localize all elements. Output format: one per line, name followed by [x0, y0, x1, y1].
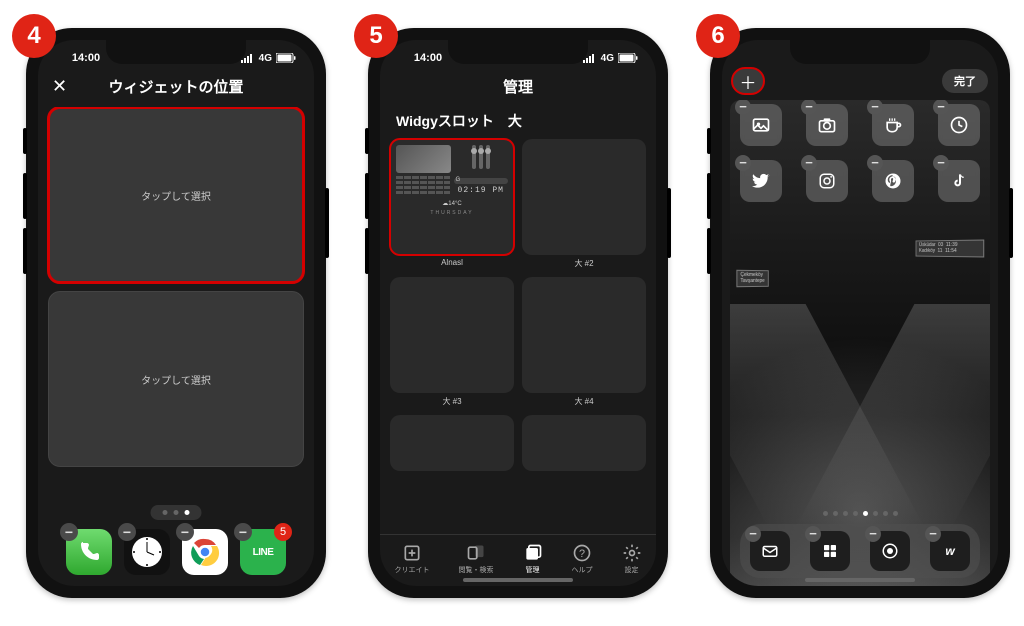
- phone-frame: ＋ 完了 ÇekmeköyTavşantepe Üsküdar 03 11:39…: [710, 28, 1010, 598]
- widget-tile-4[interactable]: 大 #4: [522, 277, 646, 407]
- tile-label: 大 #2: [522, 255, 646, 269]
- remove-icon[interactable]: −: [735, 155, 751, 171]
- remove-icon[interactable]: −: [735, 100, 751, 115]
- page-title: 管理: [503, 76, 533, 97]
- widget-slot-1[interactable]: タップして選択: [48, 107, 304, 283]
- tab-browse[interactable]: 閲覧・検索: [459, 543, 494, 575]
- app-icon-instagram[interactable]: −: [806, 160, 848, 202]
- tab-manage[interactable]: 管理: [523, 543, 543, 575]
- remove-icon[interactable]: −: [801, 100, 817, 115]
- app-icon-coffee[interactable]: −: [872, 104, 914, 146]
- dock-app-clock[interactable]: −: [124, 529, 170, 575]
- dock-app-mail[interactable]: −: [750, 531, 790, 571]
- remove-icon[interactable]: −: [933, 100, 949, 115]
- remove-icon[interactable]: −: [933, 155, 949, 171]
- section-title: Widgyスロット 大: [390, 107, 646, 139]
- app-icon-photos[interactable]: −: [740, 104, 782, 146]
- svg-text:?: ?: [579, 548, 585, 560]
- remove-icon[interactable]: −: [745, 526, 761, 542]
- dock-app-widgy[interactable]: −w: [930, 531, 970, 571]
- step-6: 6 ＋ 完了 ÇekmeköyTavşantepe Üsküdar 03 11:…: [710, 28, 1010, 598]
- widget-tile-6[interactable]: [522, 415, 646, 471]
- page-title: ウィジェットの位置: [108, 76, 243, 97]
- status-network: 4G: [259, 53, 272, 64]
- tab-help[interactable]: ?ヘルプ: [572, 543, 593, 575]
- notification-badge: 5: [274, 523, 292, 541]
- app-icon-camera[interactable]: −: [806, 104, 848, 146]
- phone-frame: 14:00 4G 管理 Widgyスロット 大: [368, 28, 668, 598]
- widget-slot-2[interactable]: タップして選択: [48, 291, 304, 467]
- phone-frame: 14:00 4G ✕ ウィジェットの位置 タップして選択 タップして選択 − −…: [26, 28, 326, 598]
- dock: − − − −5LINE: [46, 524, 306, 580]
- step-badge: 4: [12, 14, 56, 58]
- battery-icon: [618, 53, 638, 63]
- app-icon-tiktok[interactable]: −: [938, 160, 980, 202]
- remove-icon[interactable]: −: [234, 523, 252, 541]
- status-network: 4G: [601, 53, 614, 64]
- widget-tile-3[interactable]: 大 #3: [390, 277, 514, 407]
- home-indicator[interactable]: [805, 578, 915, 582]
- widget-tile-2[interactable]: 大 #2: [522, 139, 646, 269]
- done-button[interactable]: 完了: [942, 69, 988, 93]
- dock-app-browser[interactable]: −: [870, 531, 910, 571]
- add-widget-button[interactable]: ＋: [732, 68, 764, 94]
- tile-label: 大 #3: [390, 393, 514, 407]
- step-5: 5 14:00 4G 管理 Widgyスロット 大: [368, 28, 668, 598]
- remove-icon[interactable]: −: [118, 523, 136, 541]
- remove-icon[interactable]: −: [805, 526, 821, 542]
- station-sign-left: ÇekmeköyTavşantepe: [736, 270, 768, 287]
- widget-tile-5[interactable]: [390, 415, 514, 471]
- dock-app-line[interactable]: −5LINE: [240, 529, 286, 575]
- app-icon-twitter[interactable]: −: [740, 160, 782, 202]
- remove-icon[interactable]: −: [865, 526, 881, 542]
- remove-icon[interactable]: −: [867, 100, 883, 115]
- step-badge: 6: [696, 14, 740, 58]
- home-screen[interactable]: ÇekmeköyTavşantepe Üsküdar 03 11:39 Kadı…: [730, 100, 990, 586]
- dock-app-chrome[interactable]: −: [182, 529, 228, 575]
- step-badge: 5: [354, 14, 398, 58]
- tile-label: Alnasl: [390, 255, 514, 267]
- tab-settings[interactable]: 設定: [622, 543, 642, 575]
- battery-icon: [276, 53, 296, 63]
- app-icon-pinterest[interactable]: −: [872, 160, 914, 202]
- remove-icon[interactable]: −: [801, 155, 817, 171]
- dock-app-files[interactable]: −: [810, 531, 850, 571]
- close-icon[interactable]: ✕: [52, 76, 67, 97]
- tab-create[interactable]: クリエイト: [395, 543, 430, 575]
- dock: − − − −w: [740, 524, 980, 578]
- remove-icon[interactable]: −: [176, 523, 194, 541]
- station-sign-right: Üsküdar 03 11:39 Kadıköy 11 11:54: [916, 239, 985, 257]
- dock-app-phone[interactable]: −: [66, 529, 112, 575]
- widget-tile-1[interactable]: 02:19 PM ☁14°C THURSDAY Alnasl: [390, 139, 514, 269]
- remove-icon[interactable]: −: [60, 523, 78, 541]
- app-icon-clock[interactable]: −: [938, 104, 980, 146]
- home-indicator[interactable]: [463, 578, 573, 582]
- page-indicator[interactable]: [730, 511, 990, 516]
- tile-label: 大 #4: [522, 393, 646, 407]
- remove-icon[interactable]: −: [925, 526, 941, 542]
- page-indicator[interactable]: [151, 505, 202, 520]
- widget-preview: 02:19 PM ☁14°C THURSDAY: [390, 139, 514, 222]
- remove-icon[interactable]: −: [867, 155, 883, 171]
- step-4: 4 14:00 4G ✕ ウィジェットの位置 タップして選択 タップして選択: [26, 28, 326, 598]
